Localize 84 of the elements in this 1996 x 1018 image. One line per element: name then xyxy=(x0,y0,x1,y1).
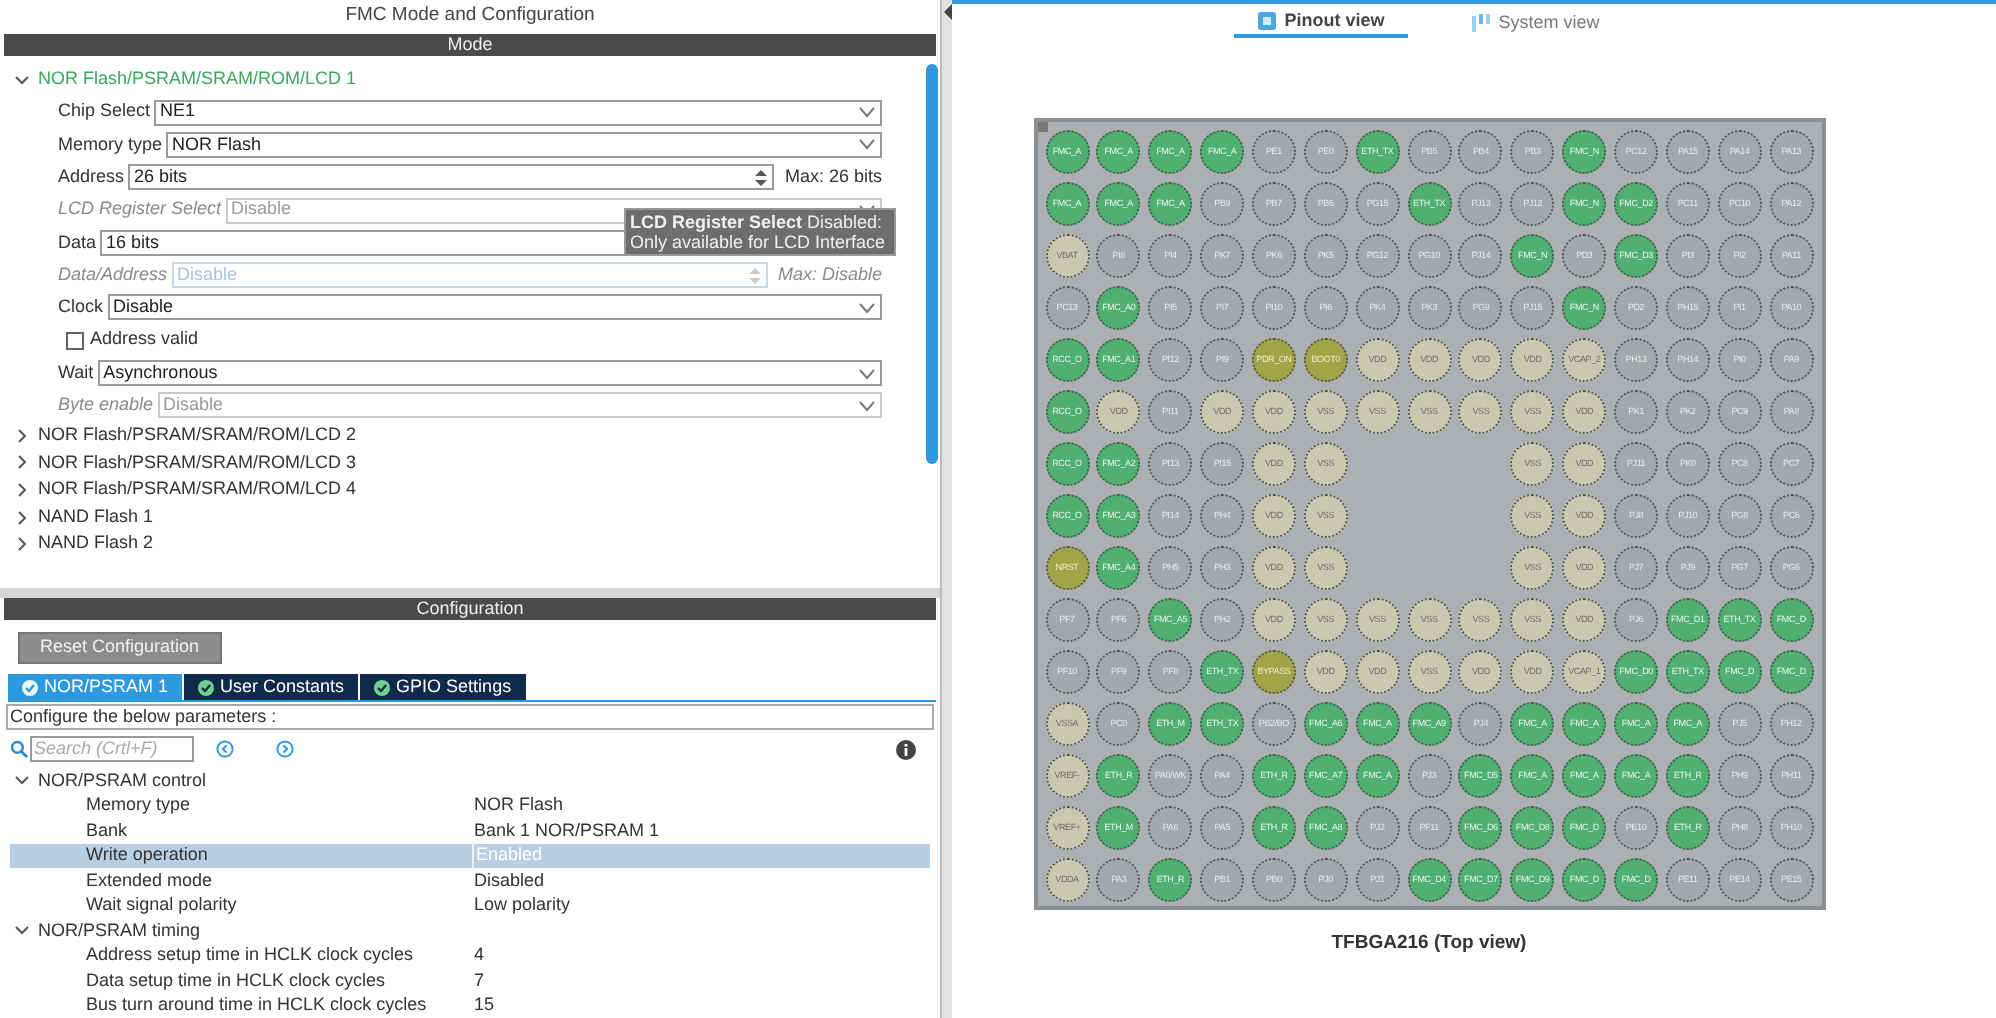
spinner-arrows-icon[interactable] xyxy=(754,167,769,188)
field-label: Address xyxy=(58,163,125,190)
chip-caption: TFBGA216 (Top view) xyxy=(1331,930,1527,958)
parameter-value: 7 xyxy=(472,967,485,993)
parameter-value: Low polarity xyxy=(472,892,571,918)
select-field[interactable]: Asynchronous xyxy=(97,360,882,387)
tooltip: LCD Register Select Disabled: Only available for LCD Interface xyxy=(624,208,896,257)
check-circle-icon xyxy=(374,679,391,695)
dropdown-caret-icon xyxy=(858,367,876,380)
tab[interactable]: User Constants xyxy=(184,674,359,700)
chevron-down-icon[interactable] xyxy=(14,922,30,939)
parameter-name: Wait signal polarity xyxy=(84,892,239,918)
parameter-row[interactable]: Data setup time in HCLK clock cycles 7 xyxy=(10,968,930,993)
parameter-value: 15 xyxy=(472,992,495,1018)
parameter-name: Bus turn around time in HCLK clock cycles xyxy=(84,992,429,1018)
parameter-row[interactable]: Write operation Enabled xyxy=(10,843,930,868)
tree-item[interactable]: NOR Flash/PSRAM/SRAM/ROM/LCD 3 xyxy=(38,449,357,477)
info-icon[interactable] xyxy=(896,739,916,759)
panel-title: FMC Mode and Configuration xyxy=(343,2,597,31)
tree-item[interactable]: NAND Flash 2 xyxy=(38,530,154,558)
parameter-row[interactable]: Wait signal polarity Low polarity xyxy=(10,893,930,918)
tab[interactable]: NOR/PSRAM 1 xyxy=(8,674,183,700)
field-label: Wait xyxy=(58,359,94,386)
select-field[interactable]: NE1 xyxy=(154,99,882,126)
field-label: Clock xyxy=(58,294,104,321)
parameter-value: Enabled xyxy=(472,842,543,869)
parameter-name: Bank xyxy=(84,817,130,843)
field-label: Byte enable xyxy=(58,392,154,419)
max-label: Max: Disable xyxy=(777,261,882,288)
parameter-row[interactable]: Memory type NOR Flash xyxy=(10,793,930,818)
parameter-value: Disabled xyxy=(472,867,545,893)
parameter-row[interactable]: Bus turn around time in HCLK clock cycles 15 xyxy=(10,993,930,1018)
checkbox[interactable] xyxy=(66,331,84,350)
bars-icon xyxy=(1472,14,1491,32)
pin-one-marker-icon xyxy=(1037,122,1047,132)
parameter-row[interactable]: Address setup time in HCLK clock cycles 4 xyxy=(10,943,930,968)
parameter-value: NOR Flash xyxy=(472,792,564,818)
check-circle-icon xyxy=(22,679,38,695)
chevron-down-icon[interactable] xyxy=(14,71,30,87)
tab[interactable]: GPIO Settings xyxy=(360,674,526,700)
select-field[interactable]: NOR Flash xyxy=(166,131,882,158)
tree-item[interactable]: NOR Flash/PSRAM/SRAM/ROM/LCD 4 xyxy=(38,476,357,504)
dropdown-caret-icon xyxy=(858,301,876,314)
check-circle-icon xyxy=(198,679,215,695)
view-tab[interactable]: System view xyxy=(1448,8,1624,38)
description-box: Configure the below parameters : xyxy=(6,704,934,730)
scrollbar[interactable] xyxy=(926,64,938,464)
section-header: Configuration xyxy=(4,598,936,620)
section-header: Mode xyxy=(4,34,936,56)
search-field[interactable]: Search (Crtl+F) xyxy=(30,736,194,762)
parameter-name: Memory type xyxy=(84,792,193,818)
field-label: Chip Select xyxy=(58,98,151,125)
parameter-name: Extended mode xyxy=(84,867,215,893)
field-label: Memory type xyxy=(58,131,163,158)
chip-icon xyxy=(1258,12,1277,30)
tree-item[interactable]: NOR/PSRAM control xyxy=(38,767,207,794)
tree-item[interactable]: NOR Flash/PSRAM/SRAM/ROM/LCD 1 xyxy=(38,65,357,93)
parameter-row[interactable]: Bank Bank 1 NOR/PSRAM 1 xyxy=(10,818,930,843)
tree-item[interactable]: NOR Flash/PSRAM/SRAM/ROM/LCD 2 xyxy=(38,422,357,450)
dropdown-caret-icon xyxy=(858,138,876,151)
field-label: Data/Address xyxy=(58,261,168,288)
parameter-name: Write operation xyxy=(84,842,210,868)
next-circle-icon[interactable] xyxy=(276,740,294,758)
parameter-name: Data setup time in HCLK clock cycles xyxy=(84,967,388,994)
spin-field[interactable]: 26 bits xyxy=(128,164,775,191)
parameter-value: 4 xyxy=(472,942,485,968)
tree-item[interactable]: NOR/PSRAM timing xyxy=(38,917,201,944)
view-tab[interactable]: Pinout view xyxy=(1234,8,1409,38)
field-label: Data xyxy=(58,229,97,256)
chevron-down-icon[interactable] xyxy=(14,772,30,789)
dropdown-caret-icon xyxy=(858,106,876,119)
parameter-row[interactable]: Extended mode Disabled xyxy=(10,868,930,893)
checkbox-label: Address valid xyxy=(90,326,199,353)
parameter-value: Bank 1 NOR/PSRAM 1 xyxy=(472,817,660,843)
reset-configuration-button[interactable]: Reset Configuration xyxy=(18,632,222,664)
field-label: LCD Register Select xyxy=(58,196,222,223)
parameter-name: Address setup time in HCLK clock cycles xyxy=(84,942,416,968)
dropdown-caret-icon xyxy=(858,399,876,412)
search-icon xyxy=(10,740,28,758)
previous-circle-icon[interactable] xyxy=(216,740,234,758)
select-field[interactable]: Disable xyxy=(107,294,882,321)
max-label: Max: 26 bits xyxy=(784,163,882,190)
tree-item[interactable]: NAND Flash 1 xyxy=(38,503,154,531)
collapse-arrow-icon[interactable] xyxy=(943,4,951,20)
